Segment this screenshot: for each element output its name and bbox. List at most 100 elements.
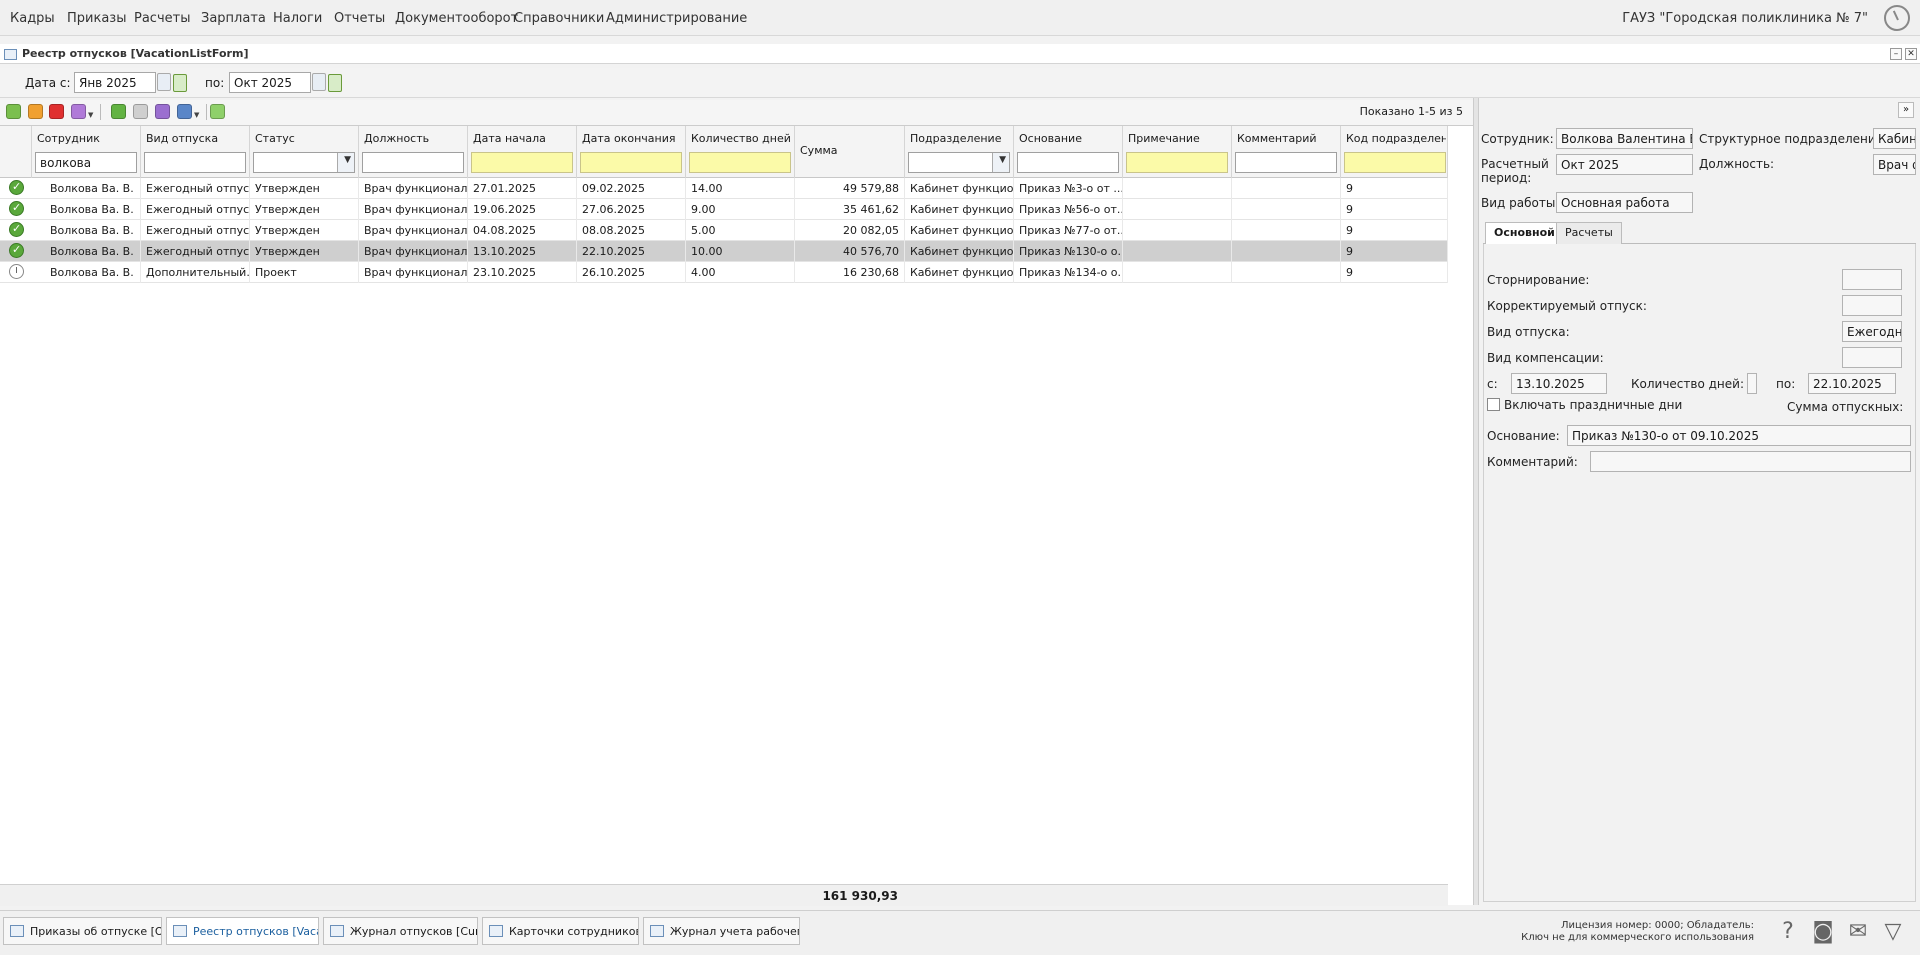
- from-date-field[interactable]: 13.10.2025: [1511, 373, 1607, 394]
- column-header-label: Основание: [1019, 132, 1082, 145]
- date-from-field[interactable]: Янв 2025: [74, 72, 156, 93]
- column-comment[interactable]: Комментарий: [1232, 126, 1341, 178]
- filter-type-input[interactable]: [144, 152, 246, 173]
- to-date-field[interactable]: 22.10.2025: [1808, 373, 1896, 394]
- column-vacation-type[interactable]: Вид отпуска: [141, 126, 250, 178]
- refresh-date-icon[interactable]: [173, 74, 187, 92]
- vacation-type-field[interactable]: Ежегодны: [1842, 321, 1902, 342]
- cell-sum: 49 579,88: [795, 178, 905, 199]
- filter-department-select[interactable]: ▼: [908, 152, 1010, 173]
- approved-status-icon: [9, 180, 24, 195]
- date-to-field[interactable]: Окт 2025: [229, 72, 311, 93]
- tab-main[interactable]: Основной: [1485, 222, 1564, 245]
- cell-basis: Приказ №130-о о...: [1014, 241, 1123, 262]
- dropdown-arrow-icon[interactable]: ▼: [194, 111, 199, 119]
- menu-admin[interactable]: Администрирование: [606, 11, 747, 26]
- calendar-icon[interactable]: [157, 73, 171, 91]
- column-dept-code[interactable]: Код подразделен...: [1341, 126, 1448, 178]
- dropdown-arrow-icon[interactable]: ▼: [88, 111, 93, 119]
- refresh-icon[interactable]: [210, 104, 225, 119]
- menu-documents[interactable]: Документооборот: [395, 11, 518, 26]
- table-row[interactable]: Волкова Ва. В.Ежегодный отпускУтвержденВ…: [0, 220, 1448, 241]
- cell-start: 27.01.2025: [468, 178, 577, 199]
- actions-icon[interactable]: [71, 104, 86, 119]
- minimize-button[interactable]: –: [1890, 48, 1902, 60]
- chevron-down-icon[interactable]: ▽: [1880, 919, 1906, 945]
- taskbar-tab-vacation-journal[interactable]: Журнал отпусков [Curr...: [323, 917, 478, 945]
- filter-note-input[interactable]: [1126, 152, 1228, 173]
- chevron-down-icon[interactable]: ▼: [344, 155, 351, 165]
- days-count-field[interactable]: [1747, 373, 1757, 394]
- filter-days-input[interactable]: [689, 152, 791, 173]
- calendar-icon[interactable]: [312, 73, 326, 91]
- filter-end-date-input[interactable]: [580, 152, 682, 173]
- position-field[interactable]: Врач ф: [1873, 154, 1916, 175]
- column-sum[interactable]: Сумма: [795, 126, 905, 178]
- comment-field[interactable]: [1590, 451, 1911, 472]
- print-icon[interactable]: [177, 104, 192, 119]
- column-start-date[interactable]: Дата начала: [468, 126, 577, 178]
- cell-days: 4.00: [686, 262, 795, 283]
- help-icon[interactable]: ?: [1775, 919, 1801, 945]
- storno-field[interactable]: [1842, 269, 1902, 290]
- taskbar-tab-vacation-orders[interactable]: Приказы об отпуске [Or...: [3, 917, 162, 945]
- filter-basis-input[interactable]: [1017, 152, 1119, 173]
- vacation-type-label: Вид отпуска:: [1487, 325, 1570, 339]
- menu-prikazy[interactable]: Приказы: [67, 11, 126, 26]
- tab-calculations[interactable]: Расчеты: [1556, 222, 1622, 244]
- filter-position-input[interactable]: [362, 152, 464, 173]
- collapse-panel-icon[interactable]: »: [1898, 102, 1914, 118]
- holidays-checkbox[interactable]: [1487, 398, 1500, 411]
- employee-field[interactable]: Волкова Валентина Вал: [1556, 128, 1693, 149]
- basis-field[interactable]: Приказ №130-о от 09.10.2025: [1567, 425, 1911, 446]
- clock-icon[interactable]: [1884, 5, 1910, 31]
- period-field[interactable]: Окт 2025: [1556, 154, 1693, 175]
- chevron-down-icon[interactable]: ▼: [999, 155, 1006, 165]
- approve-icon[interactable]: [111, 104, 126, 119]
- filter-start-date-input[interactable]: [471, 152, 573, 173]
- cell-comment: [1232, 262, 1341, 283]
- records-shown-count: Показано 1-5 из 5: [1359, 105, 1463, 118]
- cell-start: 13.10.2025: [468, 241, 577, 262]
- cell-status: Утвержден: [250, 241, 359, 262]
- edit-icon[interactable]: [28, 104, 43, 119]
- grid-toolbar: ▼ ▼ Показано 1-5 из 5: [0, 100, 1473, 125]
- add-icon[interactable]: [6, 104, 21, 119]
- refresh-date-icon[interactable]: [328, 74, 342, 92]
- column-note[interactable]: Примечание: [1123, 126, 1232, 178]
- filter-comment-input[interactable]: [1235, 152, 1337, 173]
- table-row[interactable]: Волкова Ва. В.Ежегодный отпускУтвержденВ…: [0, 178, 1448, 199]
- menu-raschety[interactable]: Расчеты: [134, 11, 190, 26]
- column-position[interactable]: Должность: [359, 126, 468, 178]
- table-row[interactable]: Волкова Ва. В. Дополнительный... Проект Вра…: [0, 262, 1448, 283]
- delete-icon[interactable]: [49, 104, 64, 119]
- taskbar-tab-worktime-journal[interactable]: Журнал учета рабочего ...: [643, 917, 800, 945]
- unapprove-icon[interactable]: [133, 104, 148, 119]
- compensation-field[interactable]: [1842, 347, 1902, 368]
- table-row[interactable]: Волкова Ва. В.Ежегодный отпускУтвержденВ…: [0, 241, 1448, 262]
- close-window-button[interactable]: ✕: [1905, 48, 1917, 60]
- table-row[interactable]: Волкова Ва. В.Ежегодный отпускУтвержденВ…: [0, 199, 1448, 220]
- filter-status-select[interactable]: ▼: [253, 152, 355, 173]
- camera-icon[interactable]: ◙: [1810, 919, 1836, 945]
- department-field[interactable]: Кабин: [1873, 128, 1916, 149]
- menu-references[interactable]: Справочники: [514, 11, 604, 26]
- column-employee[interactable]: Сотрудник волкова: [32, 126, 141, 178]
- column-department[interactable]: Подразделение ▼: [905, 126, 1014, 178]
- filter-employee-input[interactable]: волкова: [35, 152, 137, 173]
- worktype-field[interactable]: Основная работа: [1556, 192, 1693, 213]
- menu-otchety[interactable]: Отчеты: [334, 11, 385, 26]
- mail-icon[interactable]: ✉: [1845, 919, 1871, 945]
- column-end-date[interactable]: Дата окончания: [577, 126, 686, 178]
- corrected-vacation-field[interactable]: [1842, 295, 1902, 316]
- taskbar-tab-vacation-registry[interactable]: Реестр отпусков [Vacat...: [166, 917, 319, 945]
- menu-nalogi[interactable]: Налоги: [273, 11, 322, 26]
- taskbar-tab-employee-cards[interactable]: Карточки сотрудников [...: [482, 917, 639, 945]
- menu-zarplata[interactable]: Зарплата: [201, 11, 266, 26]
- sum-icon[interactable]: [155, 104, 170, 119]
- column-basis[interactable]: Основание: [1014, 126, 1123, 178]
- filter-dept-code-input[interactable]: [1344, 152, 1446, 173]
- column-status[interactable]: Статус ▼: [250, 126, 359, 178]
- column-days[interactable]: Количество дней: [686, 126, 795, 178]
- menu-kadry[interactable]: Кадры: [10, 11, 55, 26]
